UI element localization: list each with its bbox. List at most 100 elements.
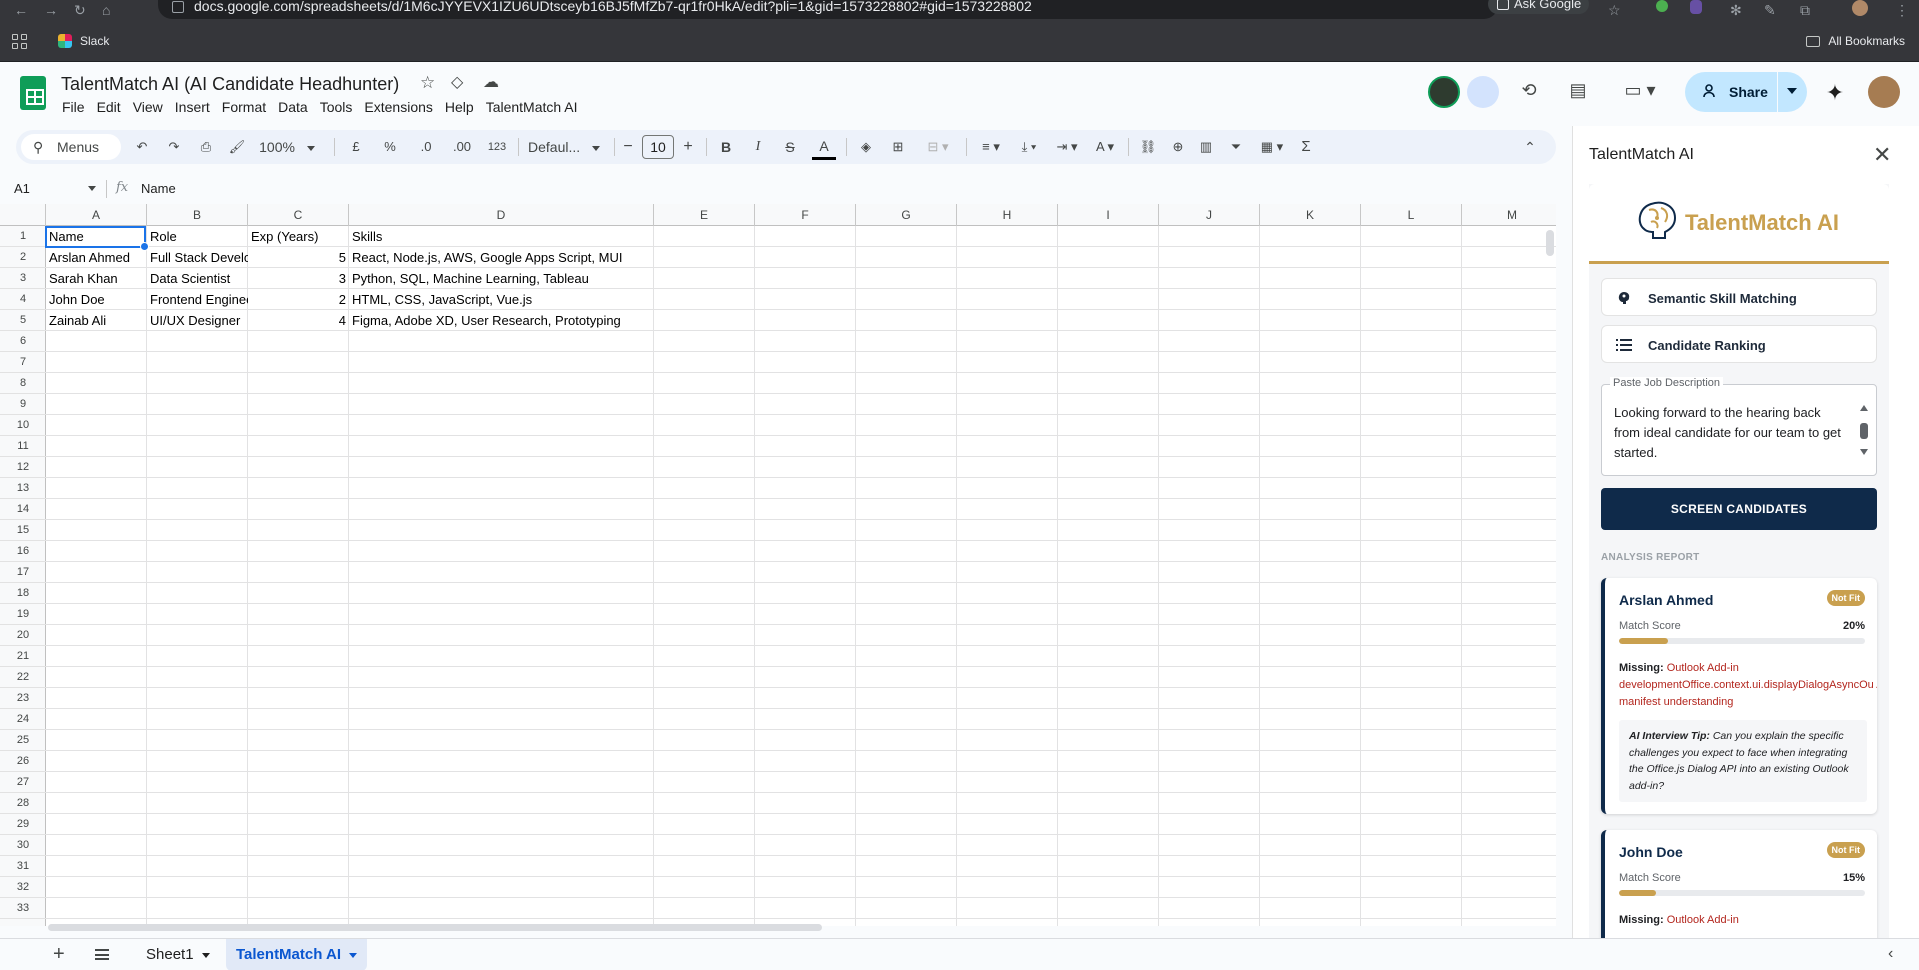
column-header-h[interactable]: H bbox=[957, 204, 1058, 226]
menu-talentmatch-ai[interactable]: TalentMatch AI bbox=[486, 99, 586, 115]
profile-avatar[interactable] bbox=[1852, 0, 1868, 16]
fill-color-icon[interactable]: ◈ bbox=[856, 130, 876, 164]
share-button[interactable]: Share bbox=[1685, 72, 1807, 112]
cell-c1[interactable]: Exp (Years) bbox=[248, 226, 349, 247]
cell-c2[interactable]: 5 bbox=[248, 247, 349, 268]
row-header-14[interactable]: 14 bbox=[0, 499, 46, 520]
menu-dots-icon[interactable]: ⋮ bbox=[1895, 2, 1909, 19]
menu-extensions[interactable]: Extensions bbox=[364, 99, 440, 115]
row-header-23[interactable]: 23 bbox=[0, 688, 46, 709]
cell-c4[interactable]: 2 bbox=[248, 289, 349, 310]
comments-icon[interactable]: ▤ bbox=[1567, 80, 1589, 100]
select-all-corner[interactable] bbox=[0, 204, 46, 226]
row-header-29[interactable]: 29 bbox=[0, 814, 46, 835]
column-header-b[interactable]: B bbox=[147, 204, 248, 226]
version-history-icon[interactable]: ⟲ bbox=[1518, 80, 1540, 100]
cloud-status-icon[interactable]: ☁ bbox=[483, 72, 499, 92]
row-header-24[interactable]: 24 bbox=[0, 709, 46, 730]
borders-icon[interactable]: ⊞ bbox=[888, 130, 908, 164]
menu-view[interactable]: View bbox=[133, 99, 171, 115]
print-icon[interactable]: ⎙ bbox=[196, 130, 216, 164]
puzzle-icon[interactable]: ⧉ bbox=[1800, 2, 1810, 19]
row-header-4[interactable]: 4 bbox=[0, 289, 46, 310]
bold-button[interactable]: B bbox=[716, 130, 736, 164]
font-select[interactable]: Defaul... bbox=[528, 130, 610, 164]
row-header-10[interactable]: 10 bbox=[0, 415, 46, 436]
cell-b2[interactable]: Full Stack Developer bbox=[147, 247, 248, 268]
account-avatar[interactable] bbox=[1868, 76, 1900, 108]
reload-icon[interactable]: ↻ bbox=[74, 2, 86, 19]
cell-a2[interactable]: Arslan Ahmed bbox=[46, 247, 147, 268]
column-header-k[interactable]: K bbox=[1260, 204, 1361, 226]
home-icon[interactable]: ⌂ bbox=[102, 2, 110, 18]
text-color-button[interactable]: A bbox=[812, 132, 836, 160]
formula-input[interactable]: Name bbox=[141, 181, 176, 196]
menu-edit[interactable]: Edit bbox=[97, 99, 129, 115]
vertical-align-icon[interactable]: ⤓ ▾ bbox=[1012, 130, 1046, 164]
row-header-22[interactable]: 22 bbox=[0, 667, 46, 688]
horizontal-scrollbar[interactable] bbox=[48, 924, 822, 931]
collaborator-avatar[interactable] bbox=[1428, 76, 1460, 108]
cell-b5[interactable]: UI/UX Designer bbox=[147, 310, 248, 331]
cell-a3[interactable]: Sarah Khan bbox=[46, 268, 147, 289]
insert-comment-icon[interactable]: ⊕ bbox=[1168, 130, 1188, 164]
cell-b1[interactable]: Role bbox=[147, 226, 248, 247]
menu-insert[interactable]: Insert bbox=[175, 99, 218, 115]
row-header-1[interactable]: 1 bbox=[0, 226, 46, 247]
row-header-13[interactable]: 13 bbox=[0, 478, 46, 499]
row-header-8[interactable]: 8 bbox=[0, 373, 46, 394]
font-size-input[interactable]: 10 bbox=[642, 135, 674, 159]
insert-link-icon[interactable]: ⛓ bbox=[1138, 130, 1158, 164]
row-header-31[interactable]: 31 bbox=[0, 856, 46, 877]
cell-a5[interactable]: Zainab Ali bbox=[46, 310, 147, 331]
move-folder-icon[interactable]: ◇ bbox=[451, 72, 463, 92]
row-header-20[interactable]: 20 bbox=[0, 625, 46, 646]
back-icon[interactable]: ← bbox=[14, 2, 28, 18]
italic-button[interactable]: I bbox=[748, 130, 768, 164]
cell-b4[interactable]: Frontend Engineer bbox=[147, 289, 248, 310]
bookmark-star-icon[interactable]: ☆ bbox=[1608, 2, 1621, 19]
paint-format-icon[interactable]: 🖌 bbox=[227, 130, 247, 164]
filter-views-icon[interactable]: ▦ ▾ bbox=[1254, 130, 1290, 164]
row-header-16[interactable]: 16 bbox=[0, 541, 46, 562]
collaborator-avatar-2[interactable] bbox=[1467, 76, 1499, 108]
insert-chart-icon[interactable]: ▥ bbox=[1196, 130, 1216, 164]
row-header-33[interactable]: 33 bbox=[0, 898, 46, 919]
sheets-logo-icon[interactable] bbox=[20, 76, 46, 110]
selected-cell[interactable] bbox=[45, 226, 149, 251]
bookmark-slack[interactable]: Slack bbox=[58, 34, 109, 48]
row-header-17[interactable]: 17 bbox=[0, 562, 46, 583]
menu-data[interactable]: Data bbox=[278, 99, 316, 115]
semantic-skill-matching-item[interactable]: Semantic Skill Matching bbox=[1601, 278, 1877, 316]
meet-icon[interactable]: ▭ ▾ bbox=[1620, 80, 1660, 100]
cell-d5[interactable]: Figma, Adobe XD, User Research, Prototyp… bbox=[349, 310, 654, 331]
tab-sheet1[interactable]: Sheet1 bbox=[136, 939, 220, 970]
text-wrapping-icon[interactable]: ⇥ ▾ bbox=[1050, 130, 1084, 164]
row-header-6[interactable]: 6 bbox=[0, 331, 46, 352]
column-header-c[interactable]: C bbox=[248, 204, 349, 226]
redo-icon[interactable]: ↷ bbox=[164, 130, 184, 164]
number-format-button[interactable]: 123 bbox=[484, 130, 510, 164]
column-header-d[interactable]: D bbox=[349, 204, 654, 226]
ask-google-button[interactable]: Ask Google bbox=[1488, 0, 1590, 14]
undo-icon[interactable]: ↶ bbox=[132, 130, 152, 164]
chevron-left-icon[interactable]: ‹ bbox=[1888, 945, 1893, 963]
currency-format-button[interactable]: £ bbox=[346, 130, 366, 164]
row-header-3[interactable]: 3 bbox=[0, 268, 46, 289]
cell-d4[interactable]: HTML, CSS, JavaScript, Vue.js bbox=[349, 289, 654, 310]
cell-d2[interactable]: React, Node.js, AWS, Google Apps Script,… bbox=[349, 247, 654, 268]
address-bar[interactable]: docs.google.com/spreadsheets/d/1M6cJYYEV… bbox=[158, 0, 1498, 19]
spreadsheet-grid[interactable]: ABCDEFGHIJKLM 1 2 3 4 5 6 7 8 9 10 11 12 13 14 15 16 17 1… bbox=[0, 204, 1556, 926]
close-icon[interactable]: ✕ bbox=[1873, 142, 1891, 168]
row-header-26[interactable]: 26 bbox=[0, 751, 46, 772]
extension-icon[interactable]: ✻ bbox=[1730, 2, 1742, 19]
font-size-increase-icon[interactable]: + bbox=[680, 130, 696, 164]
row-header-18[interactable]: 18 bbox=[0, 583, 46, 604]
column-header-m[interactable]: M bbox=[1462, 204, 1556, 226]
merge-cells-icon[interactable]: ⊟ ▾ bbox=[920, 130, 956, 164]
strikethrough-button[interactable]: S bbox=[780, 130, 800, 164]
document-title[interactable]: TalentMatch AI (AI Candidate Headhunter) bbox=[61, 74, 399, 95]
cell-a4[interactable]: John Doe bbox=[46, 289, 147, 310]
cell-c3[interactable]: 3 bbox=[248, 268, 349, 289]
cell-d3[interactable]: Python, SQL, Machine Learning, Tableau bbox=[349, 268, 654, 289]
